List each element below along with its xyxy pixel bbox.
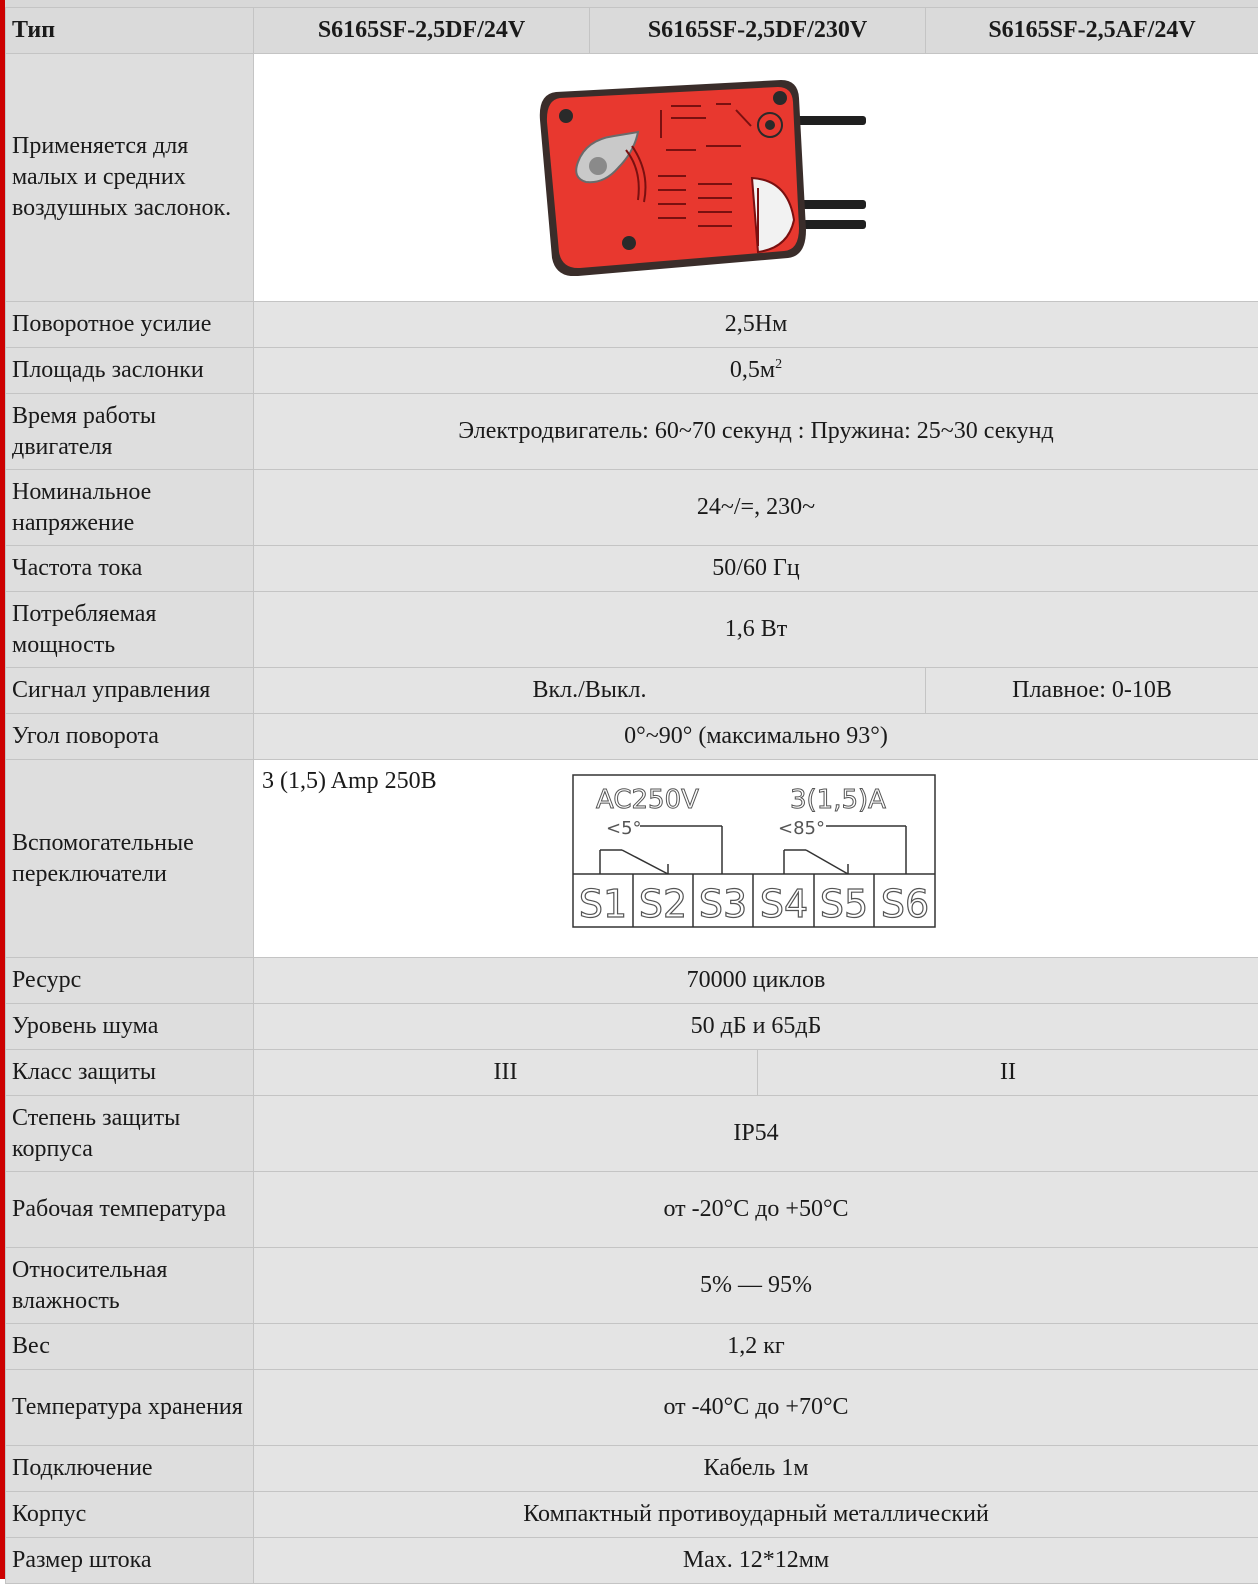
row-aux-switches: Вспомогательные переключатели 3 (1,5) Am…: [6, 760, 1258, 958]
noise-value: 50 дБ и 65дБ: [254, 1004, 1258, 1050]
weight-label: Вес: [6, 1324, 254, 1370]
row-storage-temp: Температура хранения от -40°C до +70°C: [6, 1370, 1258, 1446]
diagram-rating-left: AC250V: [596, 785, 699, 815]
row-resource: Ресурс 70000 циклов: [6, 958, 1258, 1004]
terminal-s6: S6: [881, 882, 929, 926]
humidity-label: Относительная влажность: [6, 1248, 254, 1324]
ip-label: Степень защиты корпуса: [6, 1096, 254, 1172]
protection-class-label: Класс защиты: [6, 1050, 254, 1096]
run-time-label: Время работы двигателя: [6, 394, 254, 470]
row-run-time: Время работы двигателя Электродвигатель:…: [6, 394, 1258, 470]
row-area: Площадь заслонки 0,5м2: [6, 348, 1258, 394]
area-value: 0,5м: [730, 357, 775, 383]
row-frequency: Частота тока 50/60 Гц: [6, 546, 1258, 592]
header-row: Тип S6165SF-2,5DF/24V S6165SF-2,5DF/230V…: [6, 8, 1258, 54]
spec-table: Тип S6165SF-2,5DF/24V S6165SF-2,5DF/230V…: [5, 7, 1258, 1584]
control-onoff-value: Вкл./Выкл.: [254, 668, 926, 714]
model-header-3: S6165SF-2,5AF/24V: [926, 8, 1258, 54]
frequency-value: 50/60 Гц: [254, 546, 1258, 592]
area-cell: 0,5м2: [254, 348, 1258, 394]
control-modulating-value: Плавное: 0-10В: [926, 668, 1258, 714]
row-angle: Угол поворота 0°~90° (максимально 93°): [6, 714, 1258, 760]
terminal-s4: S4: [760, 882, 808, 926]
voltage-label: Номинальное напряжение: [6, 470, 254, 546]
angle-value: 0°~90° (максимально 93°): [254, 714, 1258, 760]
terminal-s1: S1: [579, 882, 627, 926]
angle-label: Угол поворота: [6, 714, 254, 760]
control-label: Сигнал управления: [6, 668, 254, 714]
protection-class-value-b: II: [758, 1050, 1258, 1096]
housing-label: Корпус: [6, 1492, 254, 1538]
aux-rating-text: 3 (1,5) Amp 250В: [262, 766, 437, 797]
shaft-value: Max. 12*12мм: [254, 1538, 1258, 1584]
humidity-value: 5% — 95%: [254, 1248, 1258, 1324]
ip-value: IP54: [254, 1096, 1258, 1172]
type-header: Тип: [6, 8, 254, 54]
aux-switch-diagram: AC250V 3(1,5)A <5° <85°: [572, 774, 936, 928]
weight-value: 1,2 кг: [254, 1324, 1258, 1370]
diagram-angle-left: <5°: [606, 818, 642, 839]
diagram-rating-right: 3(1,5)A: [790, 785, 886, 815]
noise-label: Уровень шума: [6, 1004, 254, 1050]
row-torque: Поворотное усилие 2,5Нм: [6, 302, 1258, 348]
actuator-image: [526, 80, 866, 276]
row-humidity: Относительная влажность 5% — 95%: [6, 1248, 1258, 1324]
terminal-s3: S3: [699, 882, 747, 926]
row-housing: Корпус Компактный противоударный металли…: [6, 1492, 1258, 1538]
connection-value: Кабель 1м: [254, 1446, 1258, 1492]
aux-cell: 3 (1,5) Amp 250В AC250V 3(1,5)A <5° <85°: [254, 760, 1258, 958]
housing-value: Компактный противоударный металлический: [254, 1492, 1258, 1538]
op-temp-value: от -20°C до +50°C: [254, 1172, 1258, 1248]
resource-label: Ресурс: [6, 958, 254, 1004]
protection-class-value-a: III: [254, 1050, 758, 1096]
terminal-s2: S2: [639, 882, 687, 926]
row-ip: Степень защиты корпуса IP54: [6, 1096, 1258, 1172]
shaft-label: Размер штока: [6, 1538, 254, 1584]
row-weight: Вес 1,2 кг: [6, 1324, 1258, 1370]
connection-label: Подключение: [6, 1446, 254, 1492]
row-power: Потребляемая мощность 1,6 Вт: [6, 592, 1258, 668]
area-label: Площадь заслонки: [6, 348, 254, 394]
power-value: 1,6 Вт: [254, 592, 1258, 668]
row-control: Сигнал управления Вкл./Выкл. Плавное: 0-…: [6, 668, 1258, 714]
op-temp-label: Рабочая температура: [6, 1172, 254, 1248]
row-noise: Уровень шума 50 дБ и 65дБ: [6, 1004, 1258, 1050]
voltage-value: 24~/=, 230~: [254, 470, 1258, 546]
row-protection-class: Класс защиты III II: [6, 1050, 1258, 1096]
area-unit-exponent: 2: [775, 357, 782, 372]
torque-label: Поворотное усилие: [6, 302, 254, 348]
storage-temp-label: Температура хранения: [6, 1370, 254, 1446]
model-header-2: S6165SF-2,5DF/230V: [590, 8, 926, 54]
storage-temp-value: от -40°C до +70°C: [254, 1370, 1258, 1446]
product-image-cell: [254, 54, 1258, 302]
run-time-value: Электродвигатель: 60~70 секунд : Пружина…: [254, 394, 1258, 470]
row-shaft: Размер штока Max. 12*12мм: [6, 1538, 1258, 1584]
row-connection: Подключение Кабель 1м: [6, 1446, 1258, 1492]
application-label: Применяется для малых и средних воздушны…: [6, 54, 254, 302]
torque-value: 2,5Нм: [254, 302, 1258, 348]
top-strip: [5, 0, 1258, 7]
row-op-temp: Рабочая температура от -20°C до +50°C: [6, 1172, 1258, 1248]
resource-value: 70000 циклов: [254, 958, 1258, 1004]
power-label: Потребляемая мощность: [6, 592, 254, 668]
application-row: Применяется для малых и средних воздушны…: [6, 54, 1258, 302]
diagram-angle-right: <85°: [778, 818, 825, 839]
terminal-s5: S5: [820, 882, 868, 926]
aux-label: Вспомогательные переключатели: [6, 760, 254, 958]
frequency-label: Частота тока: [6, 546, 254, 592]
model-header-1: S6165SF-2,5DF/24V: [254, 8, 590, 54]
row-voltage: Номинальное напряжение 24~/=, 230~: [6, 470, 1258, 546]
